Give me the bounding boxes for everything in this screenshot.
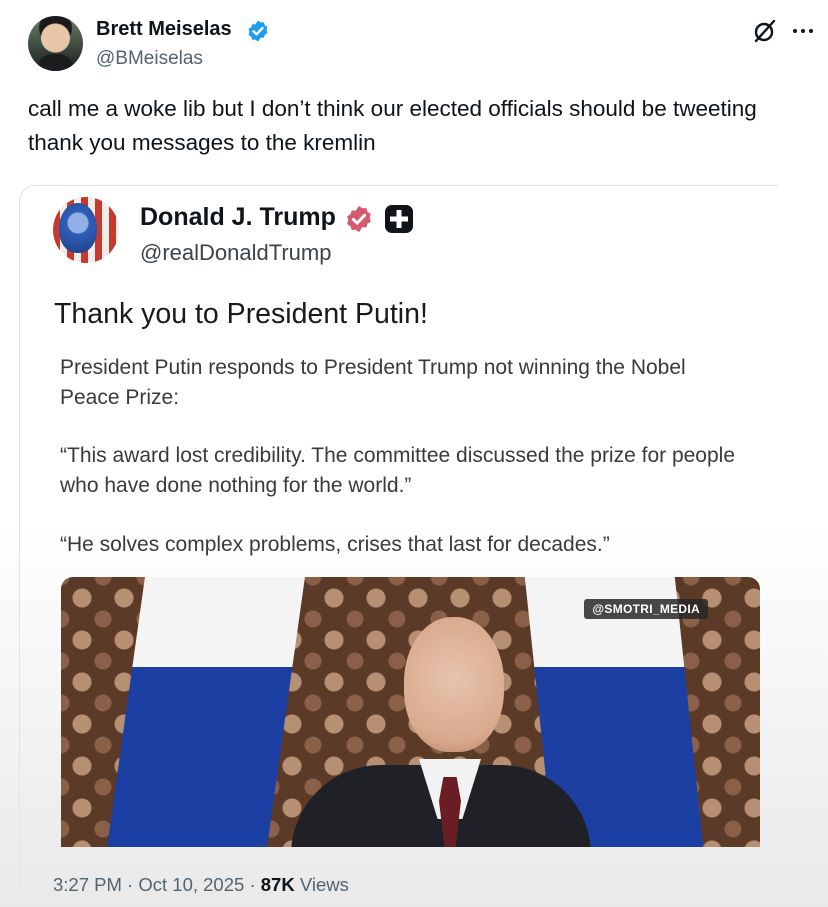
post-time[interactable]: 3:27 PM — [53, 874, 122, 895]
speaker-figure — [291, 617, 591, 847]
quoted-paragraph: “This award lost credibility. The commit… — [60, 444, 736, 497]
author-name[interactable]: Brett Meiselas — [96, 18, 232, 41]
quoted-author-name[interactable]: Donald J. Trump — [140, 203, 336, 232]
video-thumbnail[interactable]: @SMOTRI_MEDIA — [61, 577, 760, 847]
separator: · — [127, 874, 134, 895]
views-label: Views — [299, 874, 349, 895]
author-avatar[interactable] — [28, 16, 83, 71]
quoted-author-avatar[interactable] — [53, 197, 119, 263]
verified-badge-icon — [248, 20, 268, 42]
views-count: 87K — [260, 874, 295, 895]
quoted-post-title: Thank you to President Putin! — [54, 298, 428, 330]
author-handle[interactable]: @BMeiselas — [96, 48, 203, 70]
verified-badge-icon — [347, 205, 371, 233]
russian-flag-left — [107, 577, 305, 847]
post-date[interactable]: Oct 10, 2025 — [138, 874, 244, 895]
plus-badge-icon — [385, 205, 413, 233]
grok-icon[interactable] — [752, 18, 778, 44]
quoted-author-handle[interactable]: @realDonaldTrump — [140, 240, 331, 266]
separator: · — [249, 874, 256, 895]
quoted-paragraph: President Putin responds to President Tr… — [60, 356, 686, 409]
tweet-meta: 3:27 PM · Oct 10, 2025 · 87K Views — [53, 874, 349, 896]
tweet-text: call me a woke lib but I don’t think our… — [28, 96, 757, 155]
quoted-paragraph: “He solves complex problems, crises that… — [60, 533, 610, 556]
media-watermark: @SMOTRI_MEDIA — [584, 599, 708, 619]
more-icon[interactable] — [792, 27, 814, 35]
